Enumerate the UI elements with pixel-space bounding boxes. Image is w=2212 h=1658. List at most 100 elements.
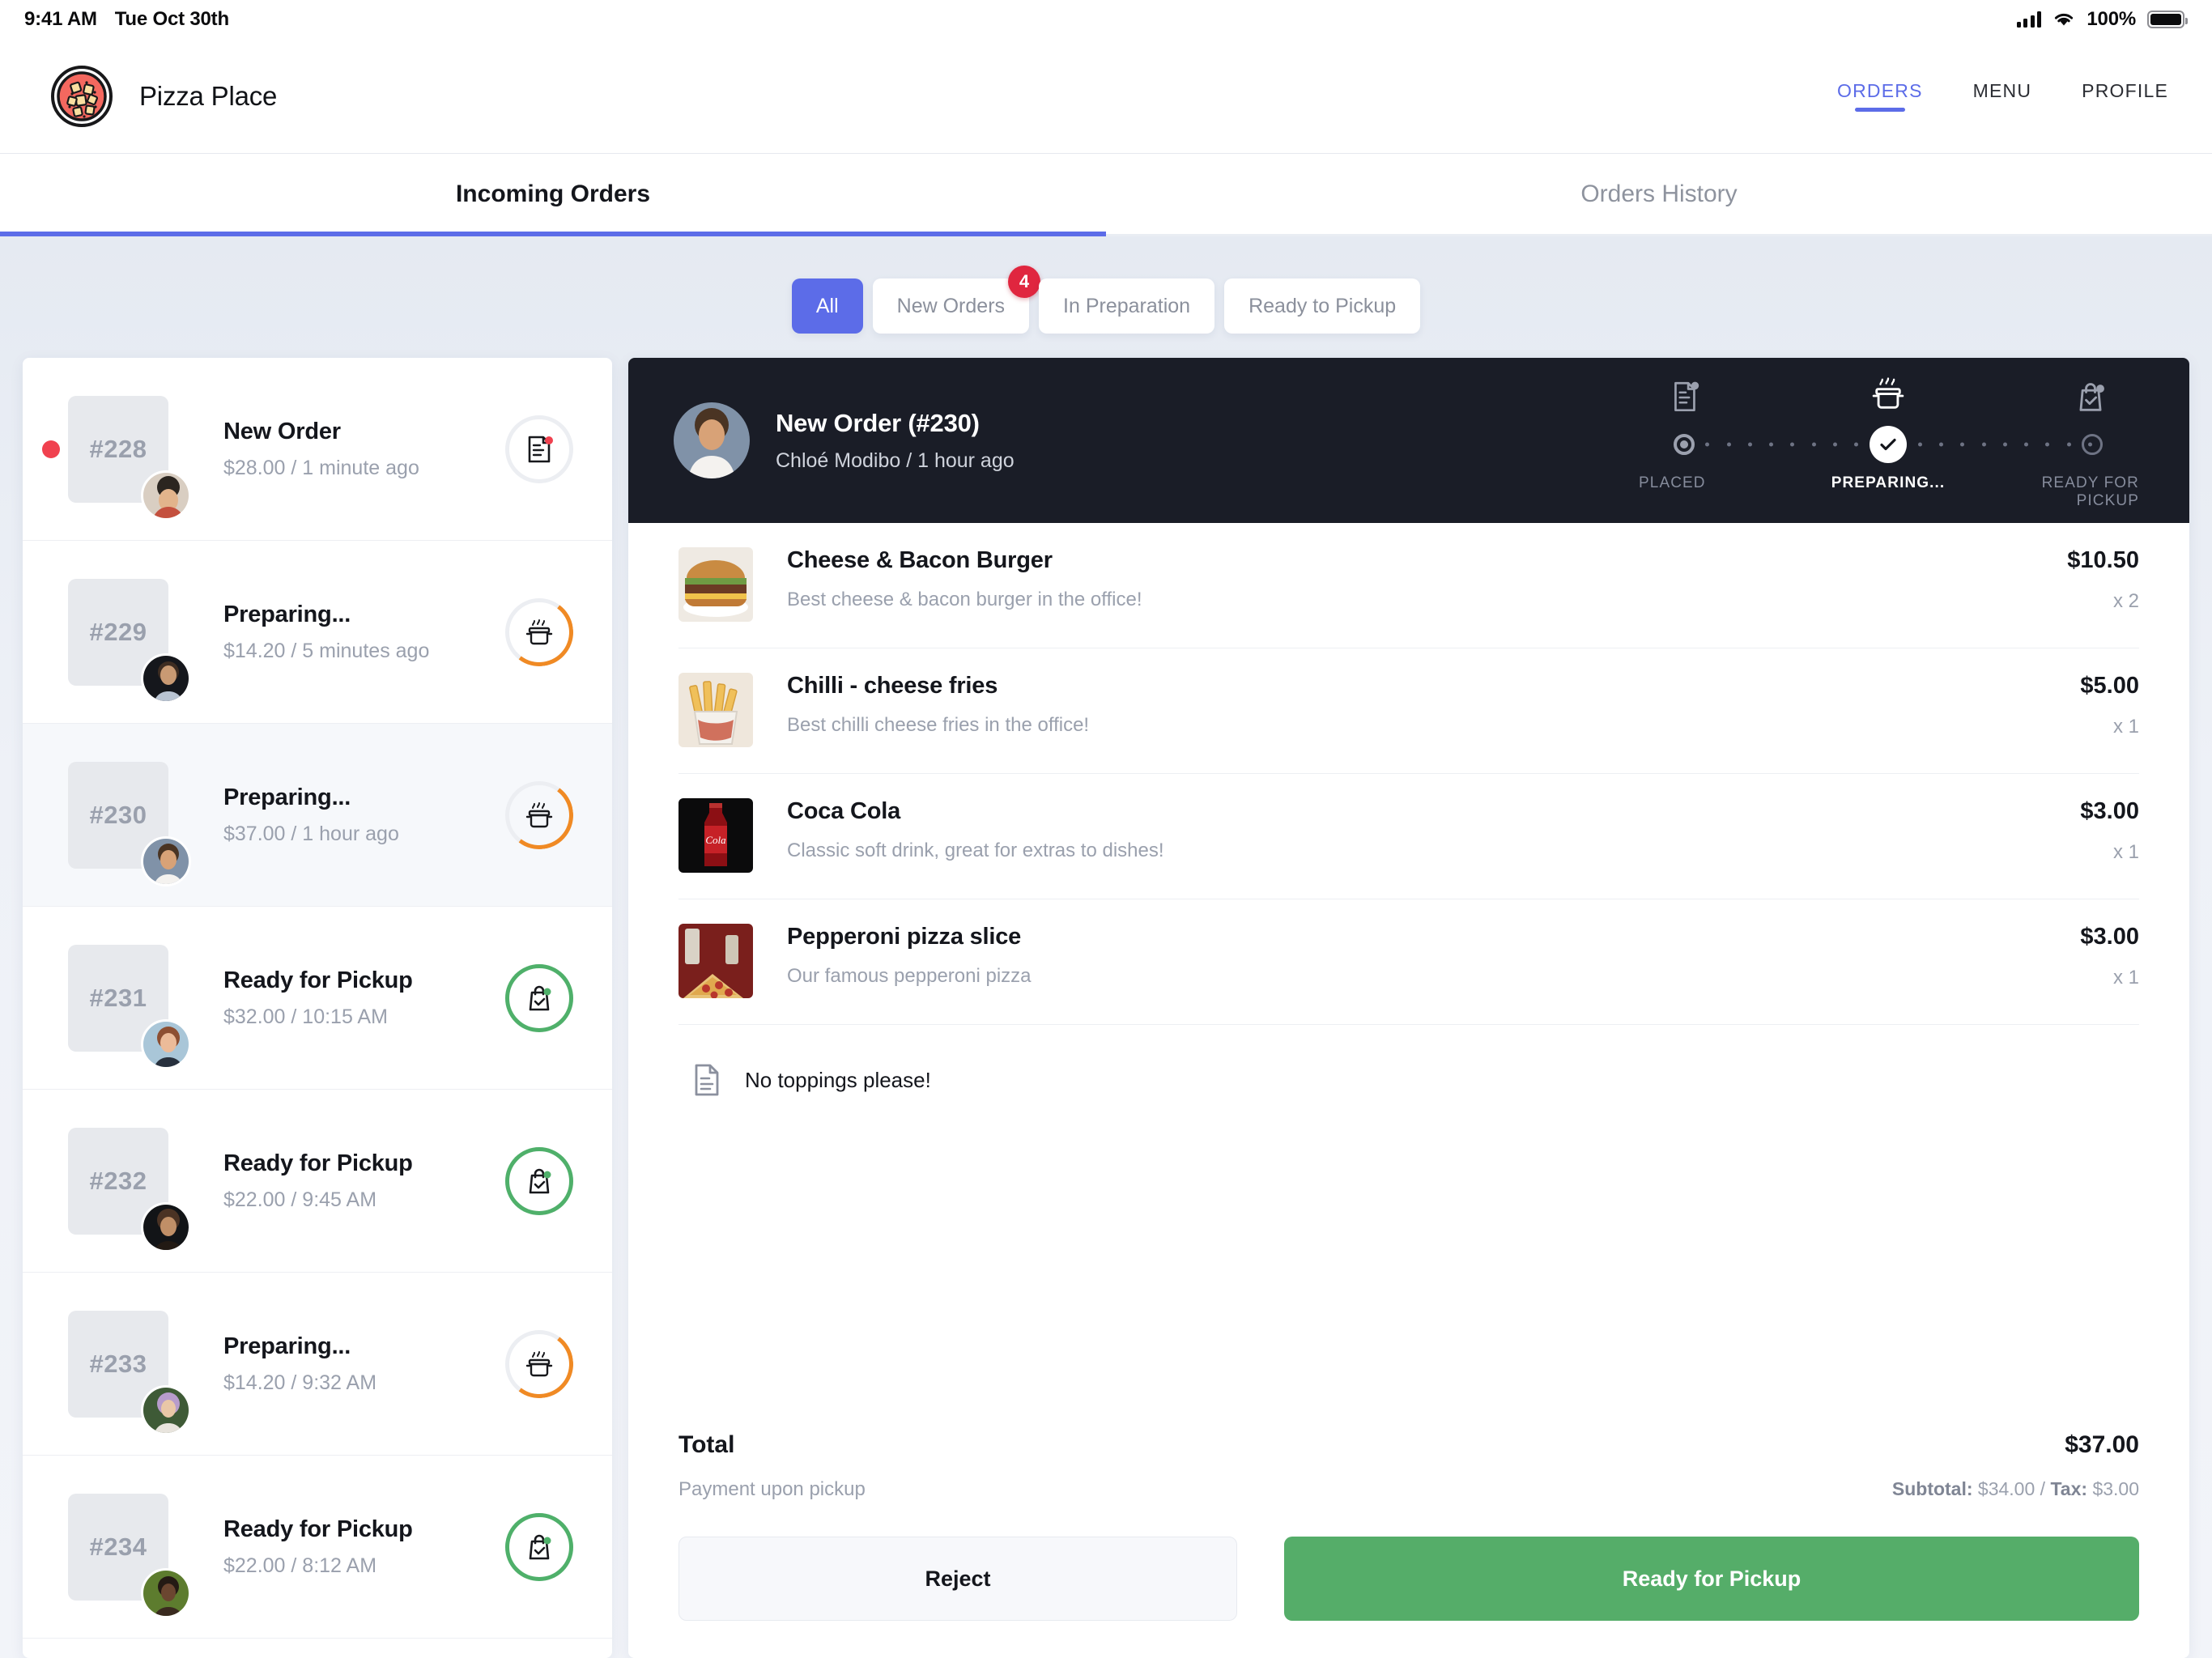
order-text: Ready for Pickup $32.00 / 10:15 AM bbox=[223, 967, 505, 1029]
item-price: $3.00 bbox=[2080, 798, 2139, 824]
order-item-row: Chilli - cheese fries Best chilli cheese… bbox=[678, 648, 2139, 774]
order-item-row: Cheese & Bacon Burger Best cheese & baco… bbox=[678, 523, 2139, 648]
ready-bag-icon bbox=[529, 1534, 551, 1559]
brand[interactable]: Pizza Place bbox=[50, 65, 277, 128]
order-total-row: Total $37.00 bbox=[678, 1431, 2139, 1459]
order-actions: Reject Ready for Pickup bbox=[678, 1537, 2139, 1621]
order-row[interactable]: #231 Ready for Pickup $32.00 / 10:15 AM bbox=[23, 907, 612, 1090]
topnav-item-menu[interactable]: MENU bbox=[1973, 80, 2032, 112]
new-order-receipt-icon bbox=[528, 436, 553, 462]
order-thumb: #228 bbox=[68, 395, 191, 521]
tax-label: Tax: bbox=[2050, 1478, 2088, 1499]
tab-incoming-orders[interactable]: Incoming Orders bbox=[0, 154, 1106, 236]
item-meta: $5.00 x 1 bbox=[2080, 673, 2139, 738]
topnav-item-orders[interactable]: ORDERS bbox=[1837, 80, 1923, 112]
separator: / bbox=[2040, 1478, 2046, 1499]
topnav-item-profile[interactable]: PROFILE bbox=[2082, 80, 2168, 112]
filter-pill-all[interactable]: All bbox=[791, 278, 863, 334]
stepper-icon-ready-wrap bbox=[2042, 379, 2139, 416]
note-icon bbox=[695, 1064, 719, 1096]
battery-percent: 100% bbox=[2087, 8, 2136, 30]
order-text: Ready for Pickup $22.00 / 9:45 AM bbox=[223, 1150, 505, 1212]
order-progress-stepper: PLACED PREPARING... READY FOR PICKUP bbox=[1637, 371, 2139, 510]
placed-receipt-icon bbox=[1674, 381, 1699, 412]
order-detail-footer: Total $37.00 Payment upon pickup Subtota… bbox=[628, 1412, 2189, 1658]
total-label: Total bbox=[678, 1431, 735, 1458]
order-title: Preparing... bbox=[223, 601, 351, 627]
item-quantity: x 2 bbox=[2112, 590, 2139, 612]
battery-icon bbox=[2147, 11, 2188, 28]
filter-pill-ready-to-pickup[interactable]: Ready to Pickup bbox=[1224, 278, 1421, 334]
order-status-ring bbox=[500, 1325, 578, 1402]
item-text: Pepperoni pizza slice Our famous peppero… bbox=[787, 924, 2080, 988]
content-columns: #228 New Order $28.00 / 1 minute ago #22… bbox=[0, 334, 2212, 1658]
order-item-row: Pepperoni pizza slice Our famous peppero… bbox=[678, 899, 2139, 1025]
order-detail-header: New Order (#230) Chloé Modibo / 1 hour a… bbox=[628, 358, 2189, 523]
item-meta: $10.50 x 2 bbox=[2067, 547, 2139, 613]
preparing-pot-icon bbox=[525, 801, 553, 827]
filter-pill-in-preparation[interactable]: In Preparation bbox=[1039, 278, 1215, 334]
pizza-logo-icon bbox=[51, 65, 113, 127]
orders-list: #228 New Order $28.00 / 1 minute ago #22… bbox=[23, 358, 612, 1658]
order-detail-customer: New Order (#230) Chloé Modibo / 1 hour a… bbox=[674, 402, 1015, 478]
order-note-text: No toppings please! bbox=[745, 1067, 931, 1092]
order-row[interactable]: #229 Preparing... $14.20 / 5 minutes ago bbox=[23, 541, 612, 724]
filter-pill-in-preparation-label: In Preparation bbox=[1063, 294, 1191, 317]
subtotal-label: Subtotal: bbox=[1891, 1478, 1973, 1499]
avatar bbox=[141, 835, 191, 886]
ready-bag-icon bbox=[2079, 383, 2104, 411]
subtotal-value: $34.00 bbox=[1977, 1478, 2035, 1499]
stepper-node-placed[interactable] bbox=[1674, 434, 1695, 455]
item-price: $3.00 bbox=[2080, 924, 2139, 950]
brand-name: Pizza Place bbox=[139, 80, 278, 111]
item-quantity: x 1 bbox=[2112, 841, 2139, 863]
ready-bag-icon bbox=[529, 985, 551, 1010]
order-detail-subtitle: Chloé Modibo / 1 hour ago bbox=[776, 449, 1015, 472]
tab-orders-history[interactable]: Orders History bbox=[1106, 154, 2212, 234]
stepper-track bbox=[1637, 426, 2139, 463]
order-subtitle: $22.00 / 9:45 AM bbox=[223, 1188, 377, 1211]
item-name: Pepperoni pizza slice bbox=[787, 924, 1022, 950]
order-status-ring bbox=[500, 593, 578, 670]
avatar bbox=[141, 1018, 191, 1069]
subtotal-tax-text: Subtotal: $34.00 / Tax: $3.00 bbox=[1892, 1478, 2139, 1501]
order-row[interactable]: #230 Preparing... $37.00 / 1 hour ago bbox=[23, 724, 612, 907]
ready-bag-icon bbox=[529, 1168, 551, 1193]
order-note: No toppings please! bbox=[678, 1025, 2139, 1096]
order-subtitle: $32.00 / 10:15 AM bbox=[223, 1005, 388, 1028]
stepper-icons bbox=[1637, 371, 2139, 416]
stepper-node-ready[interactable] bbox=[2082, 434, 2103, 455]
order-title: New Order bbox=[223, 418, 341, 444]
item-meta: $3.00 x 1 bbox=[2080, 798, 2139, 864]
order-row[interactable]: #228 New Order $28.00 / 1 minute ago bbox=[23, 358, 612, 541]
order-row[interactable]: #232 Ready for Pickup $22.00 / 9:45 AM bbox=[23, 1090, 612, 1273]
order-row[interactable]: #234 Ready for Pickup $22.00 / 8:12 AM bbox=[23, 1456, 612, 1639]
filter-pill-ready-to-pickup-label: Ready to Pickup bbox=[1249, 294, 1397, 317]
order-thumb: #234 bbox=[68, 1493, 191, 1618]
item-image-pizza bbox=[678, 924, 753, 998]
order-subtitle: $14.20 / 9:32 AM bbox=[223, 1371, 377, 1394]
page-body: All New Orders 4 In Preparation Ready to… bbox=[0, 236, 2212, 1658]
order-row[interactable]: #233 Preparing... $14.20 / 9:32 AM bbox=[23, 1273, 612, 1456]
status-time: 9:41 AM bbox=[24, 8, 97, 30]
status-bar: 9:41 AM Tue Oct 30th 100% bbox=[0, 0, 2212, 39]
stepper-label-placed: PLACED bbox=[1639, 474, 1706, 491]
filter-pill-group: All New Orders 4 In Preparation Ready to… bbox=[0, 236, 2212, 334]
preparing-pot-icon bbox=[1872, 377, 1904, 409]
filter-pill-new-orders[interactable]: New Orders 4 bbox=[872, 266, 1041, 334]
filter-pill-all-label: All bbox=[815, 294, 839, 317]
tax-value: $3.00 bbox=[2092, 1478, 2139, 1499]
avatar bbox=[674, 402, 750, 478]
order-thumb: #233 bbox=[68, 1310, 191, 1435]
reject-button[interactable]: Reject bbox=[678, 1537, 1237, 1621]
order-text: Preparing... $37.00 / 1 hour ago bbox=[223, 784, 505, 846]
order-title: Preparing... bbox=[223, 784, 351, 810]
stepper-node-preparing[interactable] bbox=[1870, 426, 1907, 463]
item-price: $5.00 bbox=[2080, 673, 2139, 699]
item-meta: $3.00 x 1 bbox=[2080, 924, 2139, 989]
ready-for-pickup-button[interactable]: Ready for Pickup bbox=[1284, 1537, 2139, 1621]
avatar bbox=[141, 470, 191, 521]
stepper-labels: PLACED PREPARING... READY FOR PICKUP bbox=[1637, 474, 2139, 510]
order-subtitle: $14.20 / 5 minutes ago bbox=[223, 639, 430, 662]
order-title: Ready for Pickup bbox=[223, 1150, 413, 1176]
